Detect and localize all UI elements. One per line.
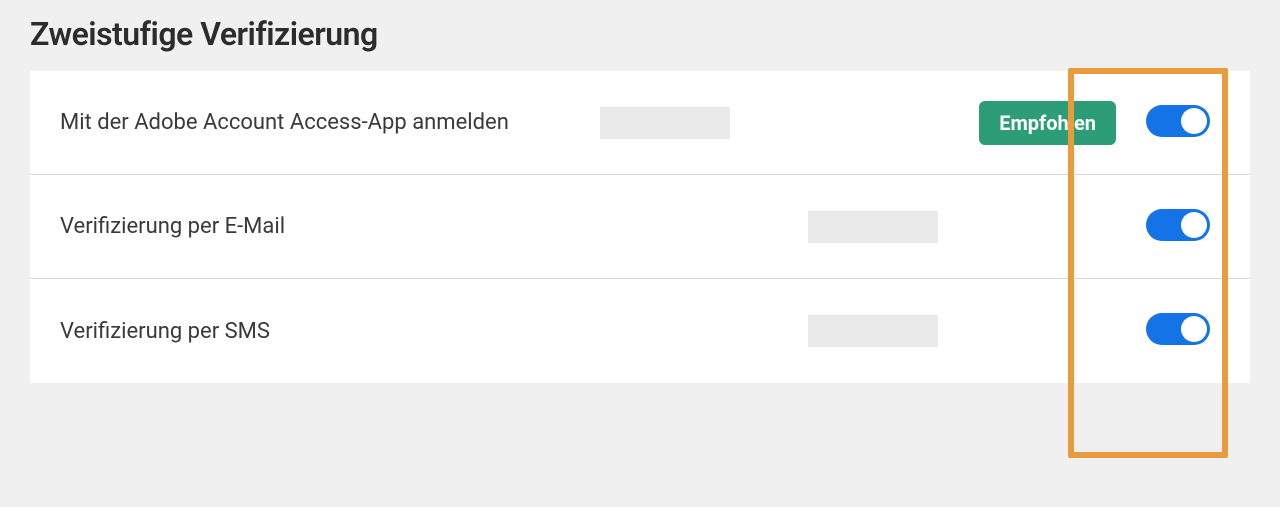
setting-row-sms: Verifizierung per SMS bbox=[30, 279, 1250, 383]
page-title: Zweistufige Verifizierung bbox=[30, 15, 1250, 53]
toggle-knob-icon bbox=[1181, 316, 1207, 342]
settings-container: Zweistufige Verifizierung Mit der Adobe … bbox=[0, 0, 1280, 413]
setting-label-sms: Verifizierung per SMS bbox=[60, 319, 580, 344]
setting-row-email: Verifizierung per E-Mail bbox=[30, 175, 1250, 279]
recommended-badge: Empfohlen bbox=[979, 101, 1116, 145]
placeholder-sms bbox=[808, 315, 938, 347]
setting-label-email: Verifizierung per E-Mail bbox=[60, 214, 580, 239]
setting-row-app: Mit der Adobe Account Access-App anmelde… bbox=[30, 71, 1250, 175]
toggle-wrap-app bbox=[1146, 105, 1220, 141]
toggle-knob-icon bbox=[1181, 212, 1207, 238]
placeholder-email bbox=[808, 211, 938, 243]
setting-label-app: Mit der Adobe Account Access-App anmelde… bbox=[60, 110, 580, 135]
toggle-sms[interactable] bbox=[1146, 313, 1210, 345]
toggle-app[interactable] bbox=[1146, 105, 1210, 137]
toggle-wrap-sms bbox=[1146, 313, 1220, 349]
toggle-wrap-email bbox=[1146, 209, 1220, 245]
placeholder-app bbox=[600, 107, 730, 139]
toggle-knob-icon bbox=[1181, 108, 1207, 134]
toggle-email[interactable] bbox=[1146, 209, 1210, 241]
settings-card: Mit der Adobe Account Access-App anmelde… bbox=[30, 71, 1250, 383]
